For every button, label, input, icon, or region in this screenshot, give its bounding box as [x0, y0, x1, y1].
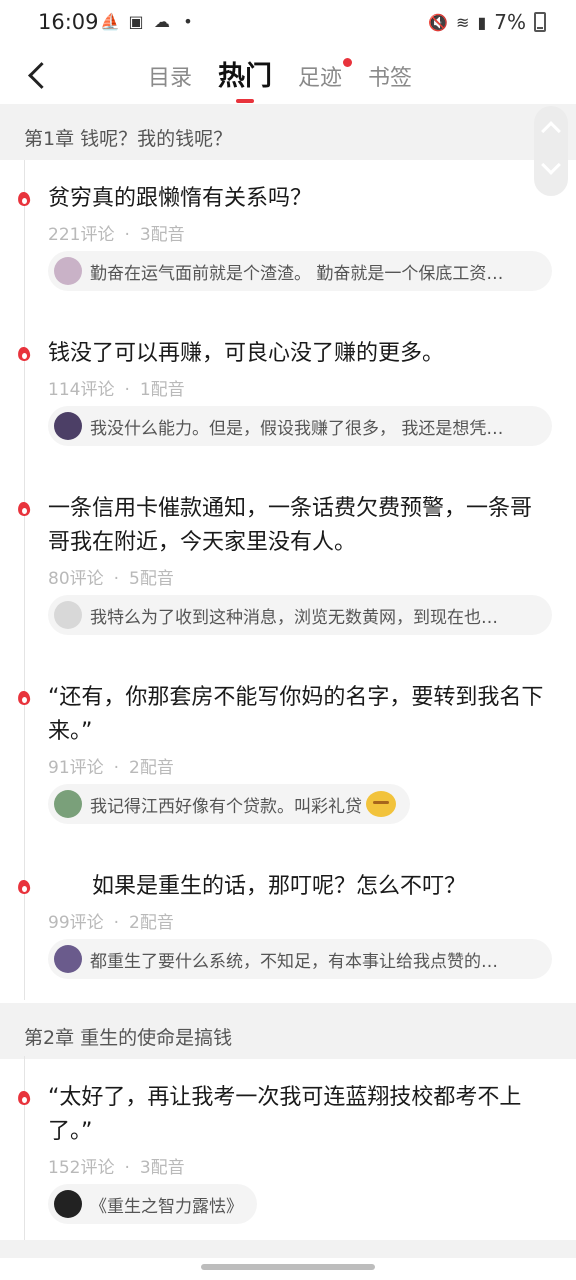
- top-comment[interactable]: 我没什么能力。但是，假设我赚了很多， 我还是想凭…: [48, 406, 552, 446]
- badge-dot: [343, 58, 353, 67]
- tab-footprint[interactable]: 足迹: [298, 58, 353, 92]
- fire-icon: [16, 689, 32, 707]
- comment-count: 99评论: [48, 913, 104, 933]
- item-title: “还有，你那套房不能写你妈的名字，要转到我名下来。”: [48, 685, 544, 744]
- list-item[interactable]: 贫穷真的跟懒惰有关系吗？ 221评论 · 3配音 勤奋在运气面前就是个渣渣。 勤奋就…: [0, 182, 576, 291]
- item-meta: 99评论 · 2配音: [48, 908, 552, 933]
- top-comment[interactable]: 我记得江西好像有个贷款。叫彩礼贷: [48, 784, 410, 824]
- top-comment-text: 我特么为了收到这种消息，浏览无数黄网，到现在也…: [90, 607, 498, 628]
- chapter-header: 第2章 重生的使命是搞钱: [0, 1003, 576, 1059]
- image-icon: ▣: [128, 12, 144, 31]
- fire-icon: [16, 345, 32, 363]
- item-meta: 80评论 · 5配音: [48, 564, 552, 589]
- item-meta: 221评论 · 3配音: [48, 220, 552, 245]
- fire-icon: [16, 1089, 32, 1107]
- item-title: “太好了，再让我考一次我可连蓝翔技校都考不上了。”: [48, 1085, 522, 1144]
- item-meta: 91评论 · 2配音: [48, 753, 552, 778]
- top-comment-text: 《重生之智力露怯》: [90, 1196, 243, 1217]
- dub-count: 2配音: [129, 758, 174, 778]
- tab-footprint-label: 足迹: [298, 66, 343, 91]
- meta-separator: ·: [113, 758, 120, 778]
- item-meta: 152评论 · 3配音: [48, 1153, 552, 1178]
- battery-label: 7%: [494, 10, 526, 34]
- meta-separator: ·: [113, 913, 120, 933]
- dub-count: 1配音: [139, 380, 185, 400]
- list-item[interactable]: 如果是重生的话，那叮呢？怎么不叮？ 99评论 · 2配音 都重生了要什么系统，不知足…: [0, 870, 576, 979]
- status-right: 🔇 ≋ ▮ 7%: [428, 10, 546, 34]
- top-comment[interactable]: 我特么为了收到这种消息，浏览无数黄网，到现在也…: [48, 595, 552, 635]
- avatar: [54, 257, 82, 285]
- meta-separator: ·: [124, 225, 130, 245]
- tab-bar: 目录 热门 足迹 书签: [148, 54, 412, 103]
- item-title: 如果是重生的话，那叮呢？怎么不叮？: [48, 874, 467, 899]
- tab-bookmarks[interactable]: 书签: [368, 60, 412, 92]
- status-left-icons: ⛵ ▣ ☁ •: [100, 12, 198, 31]
- meta-separator: ·: [113, 569, 120, 589]
- dub-count: 2配音: [129, 913, 174, 933]
- top-comment-text: 我没什么能力。但是，假设我赚了很多， 我还是想凭…: [90, 418, 504, 439]
- top-comment-text: 都重生了要什么系统，不知足，有本事让给我点赞的…: [90, 951, 498, 972]
- dot-icon: •: [183, 12, 193, 31]
- wifi-icon: ≋: [456, 12, 470, 32]
- scroll-down-icon[interactable]: [541, 155, 561, 175]
- list-item[interactable]: 钱没了可以再赚，可良心没了赚的更多。 114评论 · 1配音 我没什么能力。但是，假…: [0, 337, 576, 446]
- top-comment-text: 勤奋在运气面前就是个渣渣。 勤奋就是一个保底工资…: [90, 263, 504, 284]
- comment-count: 114评论: [48, 380, 115, 400]
- item-meta: 114评论 · 1配音: [48, 375, 552, 400]
- avatar: [54, 1190, 82, 1218]
- mute-icon: 🔇: [428, 12, 449, 32]
- tab-catalog[interactable]: 目录: [148, 60, 192, 92]
- top-comment[interactable]: 《重生之智力露怯》: [48, 1184, 257, 1224]
- signal-icon: ▮: [477, 12, 487, 32]
- comment-count: 221评论: [48, 225, 115, 245]
- fire-icon: [16, 190, 32, 208]
- avatar: [54, 601, 82, 629]
- bottom-divider: [0, 1240, 576, 1258]
- top-comment[interactable]: 勤奋在运气面前就是个渣渣。 勤奋就是一个保底工资…: [48, 251, 552, 291]
- status-time: 16:09: [38, 10, 99, 34]
- avatar: [54, 945, 82, 973]
- frustrated-emoji-icon: [366, 791, 396, 817]
- status-bar: 16:09 ⛵ ▣ ☁ • 🔇 ≋ ▮ 7%: [0, 0, 576, 48]
- item-title: 贫穷真的跟懒惰有关系吗？: [48, 186, 313, 211]
- meta-separator: ·: [124, 380, 130, 400]
- chapter-header: 第1章 钱呢？我的钱呢？: [0, 104, 576, 160]
- tab-hot[interactable]: 热门: [218, 54, 272, 103]
- scroll-controls[interactable]: [534, 106, 568, 196]
- cloud-icon: ☁: [154, 12, 170, 31]
- comment-count: 91评论: [48, 758, 104, 778]
- item-title: 钱没了可以再赚，可良心没了赚的更多。: [48, 341, 445, 366]
- back-button[interactable]: [20, 54, 56, 94]
- fire-icon: [16, 500, 32, 518]
- hot-list: 第1章 钱呢？我的钱呢？ 贫穷真的跟懒惰有关系吗？ 221评论 · 3配音 勤奋在运…: [0, 104, 576, 1240]
- scroll-up-icon[interactable]: [541, 121, 561, 141]
- avatar: [54, 790, 82, 818]
- list-item[interactable]: 一条信用卡催款通知，一条话费欠费预警，一条哥哥我在附近，今天家里没有人。 80评…: [0, 492, 576, 635]
- notification-icon: ⛵: [100, 12, 120, 31]
- dub-count: 5配音: [129, 569, 174, 589]
- comment-count: 80评论: [48, 569, 104, 589]
- dub-count: 3配音: [139, 1158, 185, 1178]
- meta-separator: ·: [124, 1158, 130, 1178]
- fire-icon: [16, 878, 32, 896]
- home-indicator[interactable]: [201, 1264, 375, 1270]
- top-nav: 目录 热门 足迹 书签: [0, 48, 576, 104]
- battery-icon: [534, 12, 546, 32]
- list-item[interactable]: “还有，你那套房不能写你妈的名字，要转到我名下来。” 91评论 · 2配音 我记得江…: [0, 681, 576, 824]
- avatar: [54, 412, 82, 440]
- top-comment[interactable]: 都重生了要什么系统，不知足，有本事让给我点赞的…: [48, 939, 552, 979]
- comment-count: 152评论: [48, 1158, 115, 1178]
- item-title: 一条信用卡催款通知，一条话费欠费预警，一条哥哥我在附近，今天家里没有人。: [48, 496, 533, 555]
- top-comment-text: 我记得江西好像有个贷款。叫彩礼贷: [90, 796, 362, 817]
- list-item[interactable]: “太好了，再让我考一次我可连蓝翔技校都考不上了。” 152评论 · 3配音 《重生之…: [0, 1081, 576, 1224]
- dub-count: 3配音: [139, 225, 185, 245]
